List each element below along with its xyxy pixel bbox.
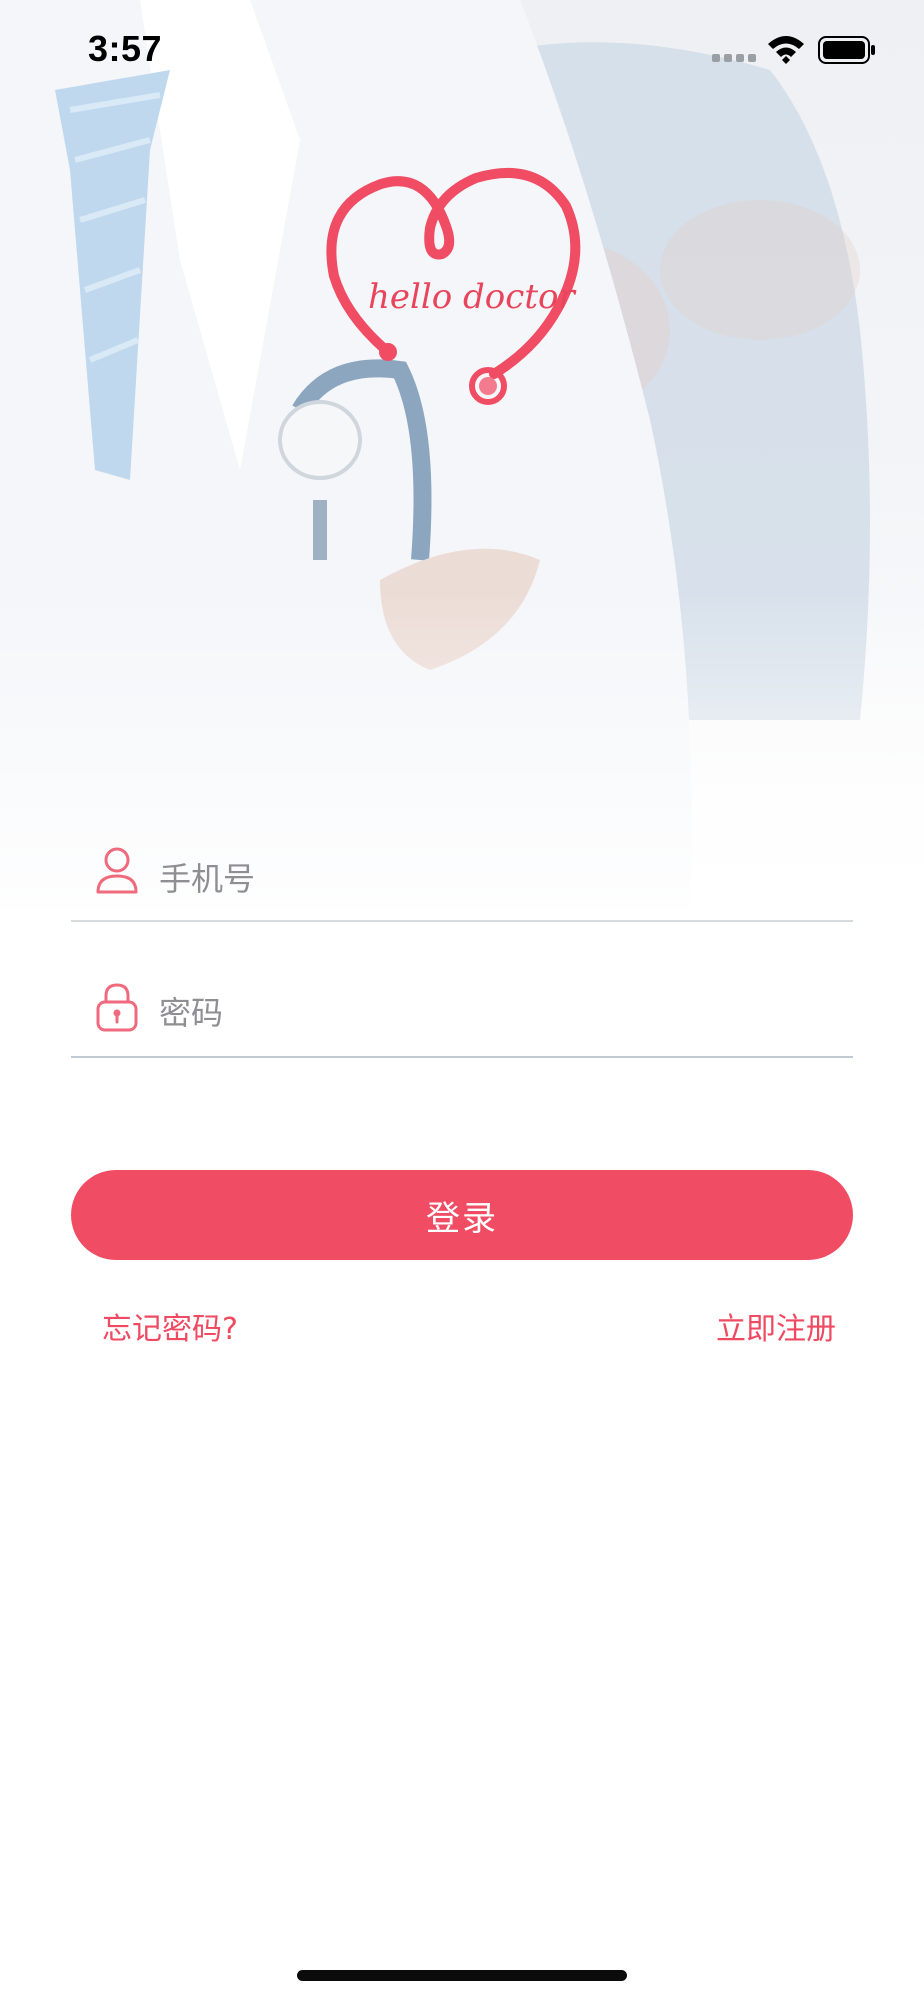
- lock-icon: [96, 983, 138, 1032]
- password-underline: [71, 1056, 853, 1058]
- logo-text: hello doctor: [368, 277, 576, 317]
- hero-banner: 3:57 hello doctor: [0, 0, 924, 910]
- home-indicator[interactable]: [297, 1970, 627, 1981]
- phone-underline: [71, 920, 853, 922]
- phone-input[interactable]: 手机号: [159, 854, 255, 900]
- status-bar: 3:57: [0, 0, 924, 100]
- cellular-signal-icon: [712, 54, 756, 62]
- password-input[interactable]: 密码: [159, 988, 223, 1034]
- wifi-icon: [768, 36, 804, 64]
- heart-stethoscope-logo-icon: hello doctor: [326, 167, 581, 405]
- login-button[interactable]: 登录: [71, 1170, 853, 1260]
- register-link[interactable]: 立即注册: [716, 1304, 836, 1348]
- phone-field[interactable]: 手机号: [71, 802, 853, 922]
- password-field[interactable]: 密码: [71, 938, 853, 1058]
- forgot-password-link[interactable]: 忘记密码?: [102, 1304, 238, 1348]
- battery-icon: [818, 36, 875, 64]
- user-icon: [96, 847, 138, 894]
- status-time: 3:57: [88, 28, 163, 69]
- doctor-background-image: [0, 0, 924, 910]
